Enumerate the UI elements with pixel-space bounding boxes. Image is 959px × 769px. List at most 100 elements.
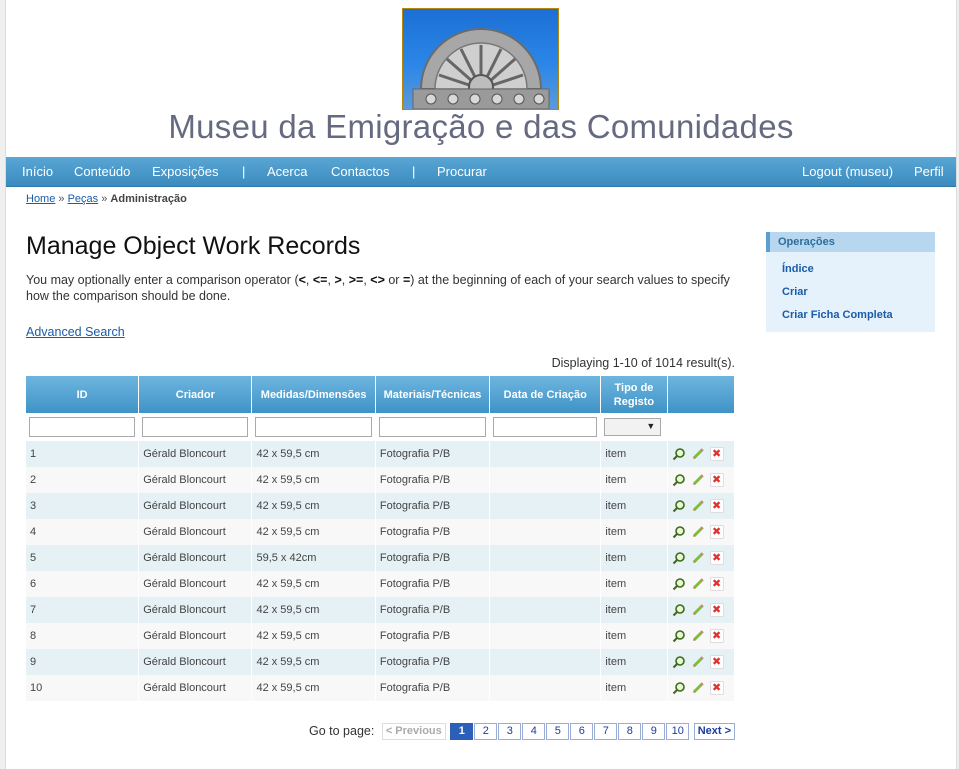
breadcrumb-home[interactable]: Home — [26, 193, 55, 205]
page-link-10[interactable]: 10 — [666, 723, 690, 740]
nav-procurar[interactable]: Procurar — [437, 164, 487, 179]
sidebar-item-criar-ficha-completa[interactable]: Criar Ficha Completa — [782, 309, 893, 321]
page-link-9[interactable]: 9 — [642, 723, 666, 740]
chevron-down-icon: ▼ — [646, 421, 656, 431]
filter-medidas-input[interactable] — [255, 417, 372, 437]
page-link-2[interactable]: 2 — [474, 723, 498, 740]
view-icon[interactable] — [672, 629, 686, 643]
filter-cell — [375, 413, 491, 441]
filter-criador-input[interactable] — [142, 417, 249, 437]
page-link-5[interactable]: 5 — [546, 723, 570, 740]
view-icon[interactable] — [672, 447, 686, 461]
cell-criador: Gérald Bloncourt — [138, 571, 253, 597]
edit-icon[interactable] — [691, 577, 705, 591]
delete-icon[interactable]: ✖ — [709, 681, 724, 695]
nav-perfil[interactable]: Perfil — [914, 164, 944, 179]
edit-icon[interactable] — [691, 681, 705, 695]
previous-page-button[interactable]: < Previous — [381, 723, 446, 740]
nav-contactos[interactable]: Contactos — [331, 164, 390, 179]
edit-icon[interactable] — [691, 525, 705, 539]
column-header-materiais[interactable]: Materiais/Técnicas — [375, 376, 491, 413]
table-body: 1 Gérald Bloncourt 42 x 59,5 cm Fotografia … — [26, 441, 736, 701]
site-title: Museu da Emigração e das Comunidades — [168, 108, 794, 145]
delete-icon[interactable]: ✖ — [709, 551, 724, 565]
nav-inicio[interactable]: Início — [22, 164, 53, 179]
view-icon[interactable] — [672, 603, 686, 617]
cell-medidas: 59,5 x 42cm — [251, 545, 376, 571]
cell-medidas: 42 x 59,5 cm — [251, 519, 376, 545]
table-row: 7 Gérald Bloncourt 42 x 59,5 cm Fotografia … — [26, 597, 736, 623]
sidebar-item-criar[interactable]: Criar — [782, 286, 808, 298]
breadcrumb-pecas[interactable]: Peças — [68, 193, 99, 205]
cell-id: 3 — [26, 493, 140, 519]
cell-criador: Gérald Bloncourt — [138, 493, 253, 519]
page-link-7[interactable]: 7 — [594, 723, 618, 740]
sidebar-item-indice[interactable]: Índice — [782, 263, 814, 275]
edit-icon[interactable] — [691, 499, 705, 513]
page-link-3[interactable]: 3 — [498, 723, 522, 740]
breadcrumb: Home » Peças » Administração — [26, 193, 187, 205]
edit-icon[interactable] — [691, 551, 705, 565]
cell-tipo-registo: item — [600, 649, 668, 675]
nav-exposicoes[interactable]: Exposições — [152, 164, 218, 179]
nav-acerca[interactable]: Acerca — [267, 164, 307, 179]
filter-id-input[interactable] — [29, 417, 136, 437]
filter-cell — [251, 413, 376, 441]
edit-icon[interactable] — [691, 603, 705, 617]
nav-conteudo[interactable]: Conteúdo — [74, 164, 130, 179]
delete-icon[interactable]: ✖ — [709, 447, 724, 461]
museum-logo — [402, 8, 559, 110]
filter-materiais-input[interactable] — [378, 417, 487, 437]
nav-separator: | — [242, 164, 246, 179]
filter-data-criacao-input[interactable] — [493, 417, 598, 437]
page-link-4[interactable]: 4 — [522, 723, 546, 740]
delete-icon[interactable]: ✖ — [709, 655, 724, 669]
view-icon[interactable] — [672, 499, 686, 513]
column-header-data-criacao[interactable]: Data de Criação — [489, 376, 602, 413]
view-icon[interactable] — [672, 577, 686, 591]
view-icon[interactable] — [672, 655, 686, 669]
view-icon[interactable] — [672, 473, 686, 487]
column-header-criador[interactable]: Criador — [138, 376, 253, 413]
edit-icon[interactable] — [691, 473, 705, 487]
cell-id: 2 — [26, 467, 140, 493]
view-icon[interactable] — [672, 525, 686, 539]
cell-materiais: Fotografia P/B — [375, 441, 491, 467]
advanced-search-link[interactable]: Advanced Search — [26, 325, 125, 339]
next-page-button[interactable]: Next > — [693, 723, 736, 740]
delete-icon[interactable]: ✖ — [709, 473, 724, 487]
row-actions: ✖ — [667, 623, 736, 649]
cell-criador: Gérald Bloncourt — [138, 519, 253, 545]
cell-medidas: 42 x 59,5 cm — [251, 571, 376, 597]
column-header-medidas[interactable]: Medidas/Dimensões — [251, 376, 376, 413]
cell-tipo-registo: item — [600, 519, 668, 545]
cell-id: 5 — [26, 545, 140, 571]
table-row: 3 Gérald Bloncourt 42 x 59,5 cm Fotografia … — [26, 493, 736, 519]
cell-tipo-registo: item — [600, 597, 668, 623]
edit-icon[interactable] — [691, 447, 705, 461]
page-link-1[interactable]: 1 — [450, 723, 474, 740]
filter-tipo-registo-select[interactable]: ▼ — [604, 418, 662, 436]
cell-criador: Gérald Bloncourt — [138, 441, 253, 467]
edit-icon[interactable] — [691, 629, 705, 643]
page-link-6[interactable]: 6 — [570, 723, 594, 740]
view-icon[interactable] — [672, 551, 686, 565]
column-header-tipo-registo[interactable]: Tipo de Registo — [600, 376, 668, 413]
delete-icon[interactable]: ✖ — [709, 499, 724, 513]
nav-logout[interactable]: Logout (museu) — [802, 164, 893, 179]
breadcrumb-current: Administração — [110, 193, 187, 205]
delete-icon[interactable]: ✖ — [709, 525, 724, 539]
cell-criador: Gérald Bloncourt — [138, 545, 253, 571]
view-icon[interactable] — [672, 681, 686, 695]
cell-id: 6 — [26, 571, 140, 597]
cell-materiais: Fotografia P/B — [375, 571, 491, 597]
row-actions: ✖ — [667, 675, 736, 701]
edit-icon[interactable] — [691, 655, 705, 669]
column-header-id[interactable]: ID — [26, 376, 140, 413]
pagination: Go to page: < Previous 1 2 3 4 5 6 7 8 9 10 Next … — [309, 723, 736, 740]
page-link-8[interactable]: 8 — [618, 723, 642, 740]
cell-data-criacao — [489, 467, 602, 493]
delete-icon[interactable]: ✖ — [709, 629, 724, 643]
delete-icon[interactable]: ✖ — [709, 603, 724, 617]
delete-icon[interactable]: ✖ — [709, 577, 724, 591]
